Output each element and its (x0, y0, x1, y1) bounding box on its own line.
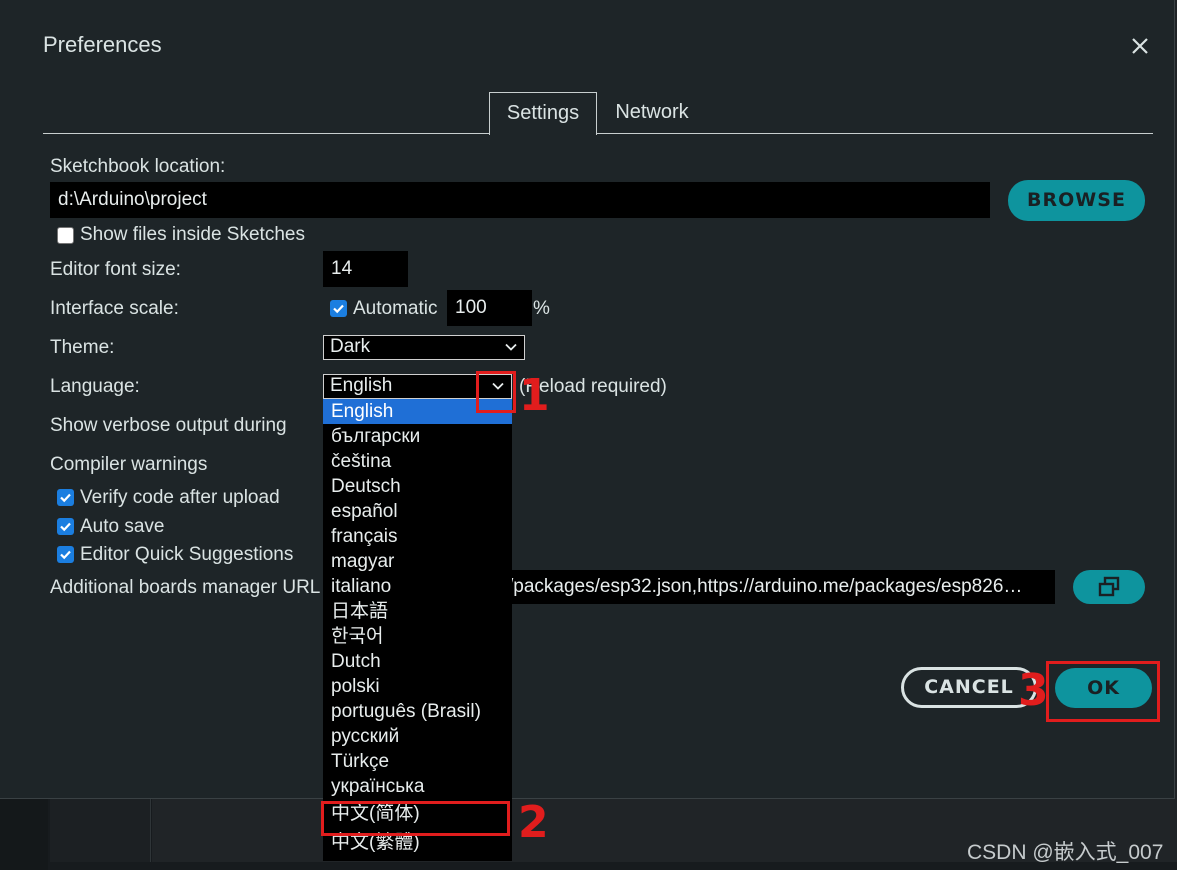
language-option[interactable]: polski (323, 674, 512, 699)
bottom-strip-segment (0, 798, 48, 870)
watermark: CSDN @嵌入式_007 (967, 841, 1164, 864)
check-icon (60, 550, 71, 560)
language-option[interactable]: български (323, 424, 512, 449)
tabs-divider (43, 133, 1153, 134)
edit-urls-button[interactable] (1073, 570, 1145, 604)
language-option[interactable]: українська (323, 774, 512, 799)
compiler-warnings-label: Compiler warnings (50, 454, 208, 475)
quick-suggestions-label: Editor Quick Suggestions (80, 544, 294, 565)
autosave-checkbox[interactable] (57, 518, 74, 535)
preferences-dialog: Preferences Settings Network Sketchbook … (0, 0, 1175, 799)
language-select-value: English (330, 375, 393, 396)
check-icon (60, 522, 71, 532)
scale-unit: % (533, 298, 550, 319)
show-files-checkbox[interactable] (57, 227, 74, 244)
show-files-label: Show files inside Sketches (80, 224, 305, 245)
language-label: Language: (50, 376, 140, 397)
language-option[interactable]: čeština (323, 449, 512, 474)
language-option[interactable]: 한국어 (323, 624, 512, 649)
language-option[interactable]: 日本語 (323, 599, 512, 624)
language-option[interactable]: русский (323, 724, 512, 749)
verify-checkbox[interactable] (57, 489, 74, 506)
theme-select[interactable]: Dark (323, 335, 525, 360)
language-option[interactable]: Dutch (323, 649, 512, 674)
verbose-label: Show verbose output during (50, 415, 287, 436)
quick-suggestions-checkbox[interactable] (57, 546, 74, 563)
sketchbook-label: Sketchbook location: (50, 156, 226, 177)
scale-automatic-checkbox[interactable] (330, 300, 347, 317)
theme-label: Theme: (50, 337, 115, 358)
window-restore-icon (1098, 576, 1120, 597)
annotation-number-2: 2 (518, 797, 549, 848)
language-dropdown-list: English български čeština Deutsch españo… (323, 399, 512, 861)
language-option[interactable]: italiano (323, 574, 512, 599)
boards-url-label: Additional boards manager URL (50, 577, 321, 598)
scale-label: Interface scale: (50, 298, 179, 319)
chevron-down-icon (505, 343, 517, 351)
theme-select-value: Dark (330, 336, 371, 357)
language-option[interactable]: français (323, 524, 512, 549)
font-size-input[interactable]: 14 (323, 251, 408, 287)
annotation-box-2 (321, 801, 510, 836)
verify-label: Verify code after upload (80, 487, 280, 508)
scale-input[interactable]: 100 (447, 290, 532, 326)
sketchbook-input[interactable]: d:\Arduino\project (50, 182, 990, 218)
scale-automatic-label: Automatic (353, 298, 438, 319)
language-option[interactable]: magyar (323, 549, 512, 574)
annotation-number-1: 1 (519, 370, 550, 421)
browse-button[interactable]: BROWSE (1008, 180, 1145, 221)
language-option[interactable]: Türkçe (323, 749, 512, 774)
tab-settings[interactable]: Settings (489, 92, 597, 135)
annotation-box-3 (1046, 661, 1160, 722)
language-option[interactable]: Deutsch (323, 474, 512, 499)
annotation-number-3: 3 (1018, 665, 1049, 716)
annotation-box-1 (476, 371, 516, 413)
font-size-label: Editor font size: (50, 259, 181, 280)
dialog-title: Preferences (43, 32, 162, 57)
bottom-strip-segment (50, 798, 151, 862)
autosave-label: Auto save (80, 516, 165, 537)
check-icon (333, 304, 344, 314)
close-icon[interactable] (1126, 32, 1154, 60)
cancel-button[interactable]: CANCEL (901, 667, 1037, 708)
language-option[interactable]: español (323, 499, 512, 524)
language-option[interactable]: português (Brasil) (323, 699, 512, 724)
tab-network[interactable]: Network (606, 92, 698, 133)
check-icon (60, 493, 71, 503)
boards-url-input[interactable]: /packages/esp32.json,https://arduino.me/… (500, 570, 1055, 604)
